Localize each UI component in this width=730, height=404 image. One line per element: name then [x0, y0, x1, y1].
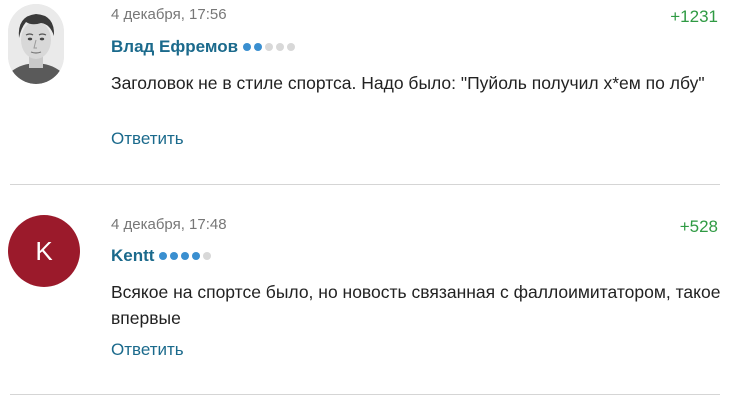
- avatar[interactable]: [8, 4, 64, 84]
- comment-item: K 4 декабря, 17:48 +528 Kentt Всякое на …: [0, 185, 730, 394]
- comment-item: 4 декабря, 17:56 +1231 Влад Ефремов Заго…: [0, 0, 730, 184]
- comment-text: Заголовок не в стиле спортса. Надо было:…: [111, 73, 705, 93]
- level-dot: [159, 252, 168, 260]
- level-dot: [276, 43, 285, 51]
- comment-date: 4 декабря, 17:48: [111, 216, 227, 233]
- author-name[interactable]: Kentt: [111, 246, 154, 266]
- user-level-indicator: [159, 252, 214, 260]
- author-row: Влад Ефремов: [111, 37, 298, 57]
- reply-button[interactable]: Ответить: [111, 340, 184, 360]
- avatar[interactable]: K: [8, 215, 80, 287]
- level-dot: [265, 43, 274, 51]
- level-dot: [287, 43, 296, 51]
- author-row: Kentt: [111, 246, 214, 266]
- level-dot: [203, 252, 212, 260]
- user-photo-icon: [8, 4, 64, 84]
- reply-button[interactable]: Ответить: [111, 129, 184, 149]
- level-dot: [192, 252, 201, 260]
- avatar-letter: K: [35, 235, 53, 266]
- comment-text: Всякое на спортсе было, но новость связа…: [111, 282, 721, 328]
- author-name[interactable]: Влад Ефремов: [111, 37, 238, 57]
- divider: [10, 394, 720, 395]
- level-dot: [181, 252, 190, 260]
- level-dot: [254, 43, 263, 51]
- user-level-indicator: [243, 43, 298, 51]
- comment-rating[interactable]: +1231: [670, 7, 718, 27]
- level-dot: [170, 252, 179, 260]
- level-dot: [243, 43, 252, 51]
- comment-date: 4 декабря, 17:56: [111, 6, 227, 23]
- comment-rating[interactable]: +528: [680, 217, 718, 237]
